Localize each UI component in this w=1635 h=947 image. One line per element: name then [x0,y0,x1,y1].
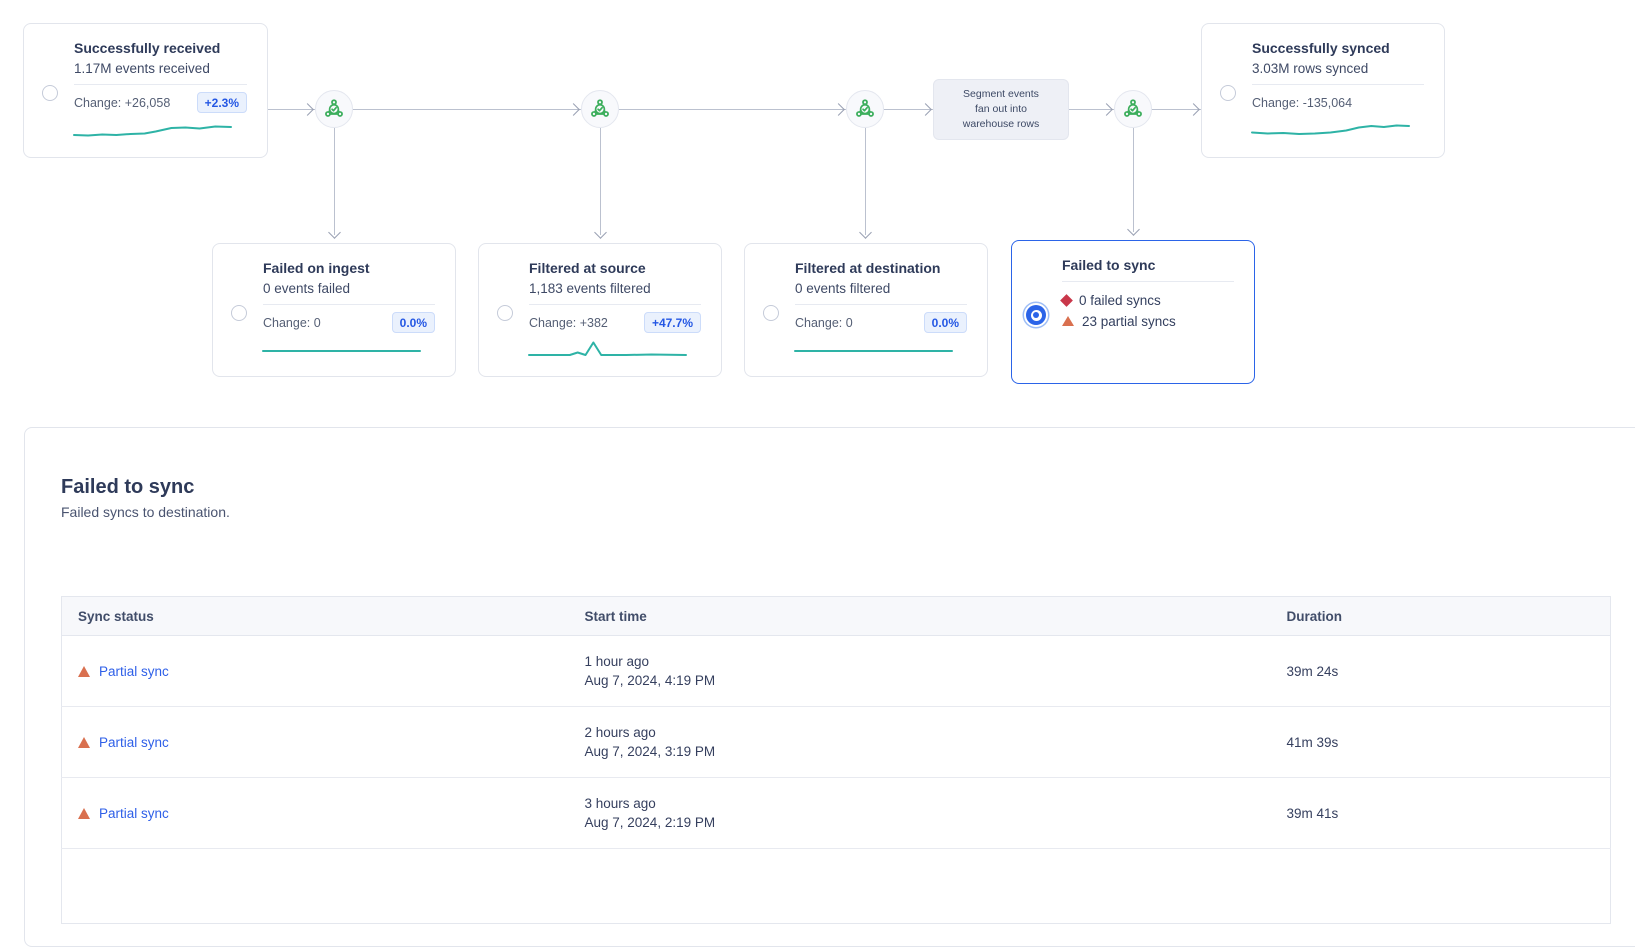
card-radio[interactable] [1220,85,1236,101]
change-badge: +47.7% [644,312,701,333]
arrow-right-icon [301,103,314,116]
sync-status-link[interactable]: Partial sync [99,664,169,679]
change-badge: +2.3% [197,92,247,113]
panel-subtitle: Failed syncs to destination. [61,504,230,520]
pipeline-node [1114,90,1152,128]
start-time-relative: 3 hours ago [585,794,1271,814]
pipeline-sync-check-icon [1122,98,1144,120]
card-title: Successfully received [74,38,247,58]
card-title: Filtered at destination [795,258,967,278]
start-time-absolute: Aug 7, 2024, 4:19 PM [585,671,1271,691]
connector-line [619,109,846,110]
start-time-relative: 2 hours ago [585,723,1271,743]
note-line: warehouse rows [963,117,1039,132]
card-title: Successfully synced [1252,38,1424,58]
pipeline-sync-check-icon [323,98,345,120]
arrow-right-icon [919,103,932,116]
connector-line [600,128,601,235]
table-header-row: Sync status Start time Duration [62,597,1611,636]
warning-triangle-icon [1062,316,1074,326]
table-row[interactable]: Partial sync 2 hours ago Aug 7, 2024, 3:… [62,707,1611,778]
pipeline-sync-check-icon [589,98,611,120]
start-time-absolute: Aug 7, 2024, 3:19 PM [585,742,1271,762]
card-radio-selected[interactable] [1026,305,1046,325]
card-subtitle: 1,183 events filtered [529,278,701,299]
partial-syncs-count: 23 partial syncs [1082,312,1176,332]
change-label: Change: 0 [795,316,853,330]
column-header-duration: Duration [1271,597,1611,636]
column-header-start-time: Start time [569,597,1271,636]
change-badge: 0.0% [392,312,435,333]
card-subtitle: 0 events failed [263,278,435,299]
pipeline-node [581,90,619,128]
card-successfully-received[interactable]: Successfully received 1.17M events recei… [23,23,268,158]
connector-line [353,109,581,110]
delivery-overview: Segment events fan out into warehouse ro… [0,0,1635,867]
change-label: Change: +382 [529,316,608,330]
fan-out-note: Segment events fan out into warehouse ro… [933,79,1069,140]
note-line: fan out into [975,102,1027,117]
card-title: Failed on ingest [263,258,435,278]
card-failed-to-sync[interactable]: Failed to sync 0 failed syncs 23 partial… [1011,240,1255,384]
pipeline-node [846,90,884,128]
panel-title: Failed to sync [61,476,194,499]
warning-triangle-icon [78,666,90,677]
change-badge: 0.0% [924,312,967,333]
sync-status-link[interactable]: Partial sync [99,806,169,821]
duration-value: 39m 24s [1271,636,1611,707]
card-filtered-at-destination[interactable]: Filtered at destination 0 events filtere… [744,243,988,377]
table-row[interactable]: Partial sync 3 hours ago Aug 7, 2024, 2:… [62,778,1611,849]
warning-triangle-icon [78,808,90,819]
start-time-relative: 1 hour ago [585,652,1271,672]
sparkline-chart [795,340,952,360]
diamond-icon [1060,294,1073,307]
pipeline-node [315,90,353,128]
column-header-sync-status: Sync status [62,597,569,636]
connector-line [865,128,866,235]
arrow-down-icon [859,226,872,239]
sparkline-chart [263,340,420,360]
arrow-down-icon [594,226,607,239]
sparkline-chart [1252,120,1409,140]
sync-status-link[interactable]: Partial sync [99,735,169,750]
duration-value: 39m 41s [1271,778,1611,849]
card-title: Failed to sync [1062,255,1234,275]
arrow-right-icon [832,103,845,116]
card-radio[interactable] [231,305,247,321]
sparkline-chart [74,120,231,140]
table-row-partial [62,849,1611,924]
card-filtered-at-source[interactable]: Filtered at source 1,183 events filtered… [478,243,722,377]
card-subtitle: 0 events filtered [795,278,967,299]
arrow-right-icon [1100,103,1113,116]
warning-triangle-icon [78,737,90,748]
table-row[interactable]: Partial sync 1 hour ago Aug 7, 2024, 4:1… [62,636,1611,707]
card-radio[interactable] [42,85,58,101]
connector-line [334,128,335,235]
card-title: Filtered at source [529,258,701,278]
pipeline-sync-check-icon [854,98,876,120]
connector-line [1133,128,1134,232]
card-radio[interactable] [763,305,779,321]
duration-value: 41m 39s [1271,707,1611,778]
card-subtitle: 1.17M events received [74,58,247,79]
start-time-absolute: Aug 7, 2024, 2:19 PM [585,813,1271,833]
sync-table: Sync status Start time Duration Partial … [61,596,1611,924]
change-label: Change: -135,064 [1252,96,1352,110]
failed-to-sync-panel: Failed to sync Failed syncs to destinati… [24,427,1635,947]
arrow-down-icon [328,226,341,239]
card-failed-on-ingest[interactable]: Failed on ingest 0 events failed Change:… [212,243,456,377]
card-radio[interactable] [497,305,513,321]
arrow-right-icon [1187,103,1200,116]
card-successfully-synced[interactable]: Successfully synced 3.03M rows synced Ch… [1201,23,1445,158]
arrow-right-icon [567,103,580,116]
note-line: Segment events [963,87,1039,102]
failed-syncs-count: 0 failed syncs [1079,291,1161,311]
change-label: Change: 0 [263,316,321,330]
sparkline-chart [529,340,686,360]
card-subtitle: 3.03M rows synced [1252,58,1424,79]
arrow-down-icon [1127,223,1140,236]
change-label: Change: +26,058 [74,96,170,110]
